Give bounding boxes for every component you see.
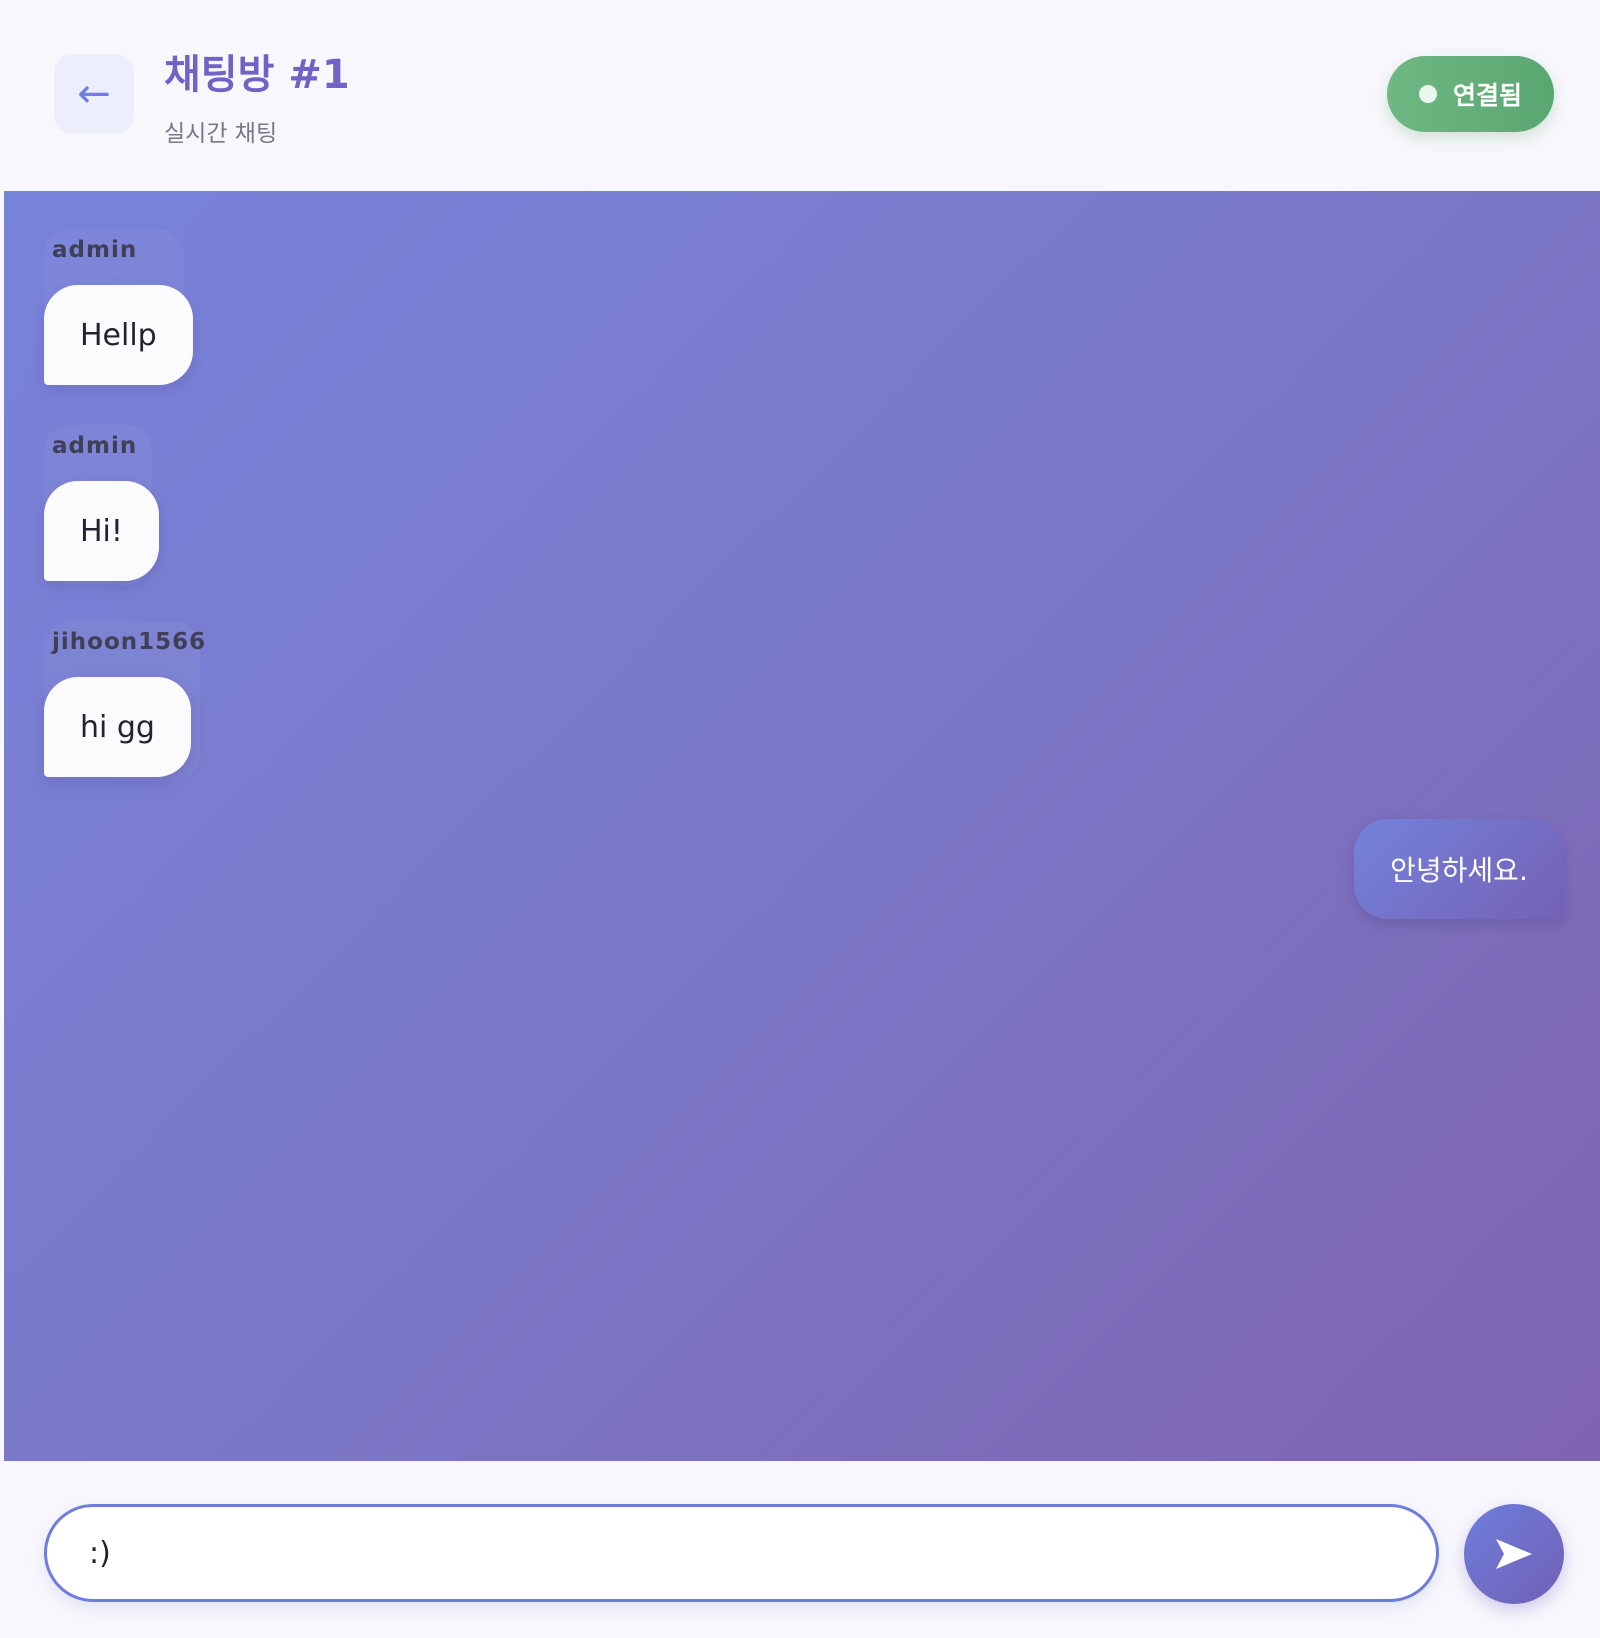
send-icon	[1496, 1539, 1532, 1569]
message-sender: jihoon1566	[52, 629, 207, 655]
page-subtitle: 실시간 채팅	[164, 121, 278, 147]
arrow-left-icon: ←	[77, 71, 111, 117]
message-item: jihoon1566 hi gg	[44, 621, 205, 781]
message-sender: admin	[52, 433, 138, 459]
message-list[interactable]: admin Hellp admin Hi! jihoon1566 hi gg 안…	[4, 191, 1600, 1461]
message-bubble: Hi!	[44, 481, 159, 581]
message-item: admin Hellp	[44, 229, 193, 389]
message-bubble: hi gg	[44, 677, 191, 777]
status-dot-icon	[1418, 85, 1437, 103]
back-button[interactable]: ←	[54, 54, 134, 134]
chat-header: ← 채팅방 #1 실시간 채팅 연결됨	[0, 0, 1600, 191]
my-message-bubble: 안녕하세요.	[1354, 819, 1564, 919]
message-text: hi gg	[80, 709, 155, 745]
status-badge: 연결됨	[1387, 56, 1554, 132]
composer	[0, 1461, 1600, 1638]
page-title: 채팅방 #1	[164, 52, 350, 98]
status-label: 연결됨	[1452, 81, 1522, 110]
message-item: admin Hi!	[44, 425, 159, 585]
send-button[interactable]	[1464, 1504, 1564, 1604]
message-text: 안녕하세요.	[1390, 854, 1528, 887]
message-text: Hi!	[80, 513, 123, 549]
message-sender: admin	[52, 237, 138, 263]
message-input[interactable]	[44, 1504, 1439, 1602]
message-text: Hellp	[80, 317, 157, 353]
message-bubble: Hellp	[44, 285, 193, 385]
